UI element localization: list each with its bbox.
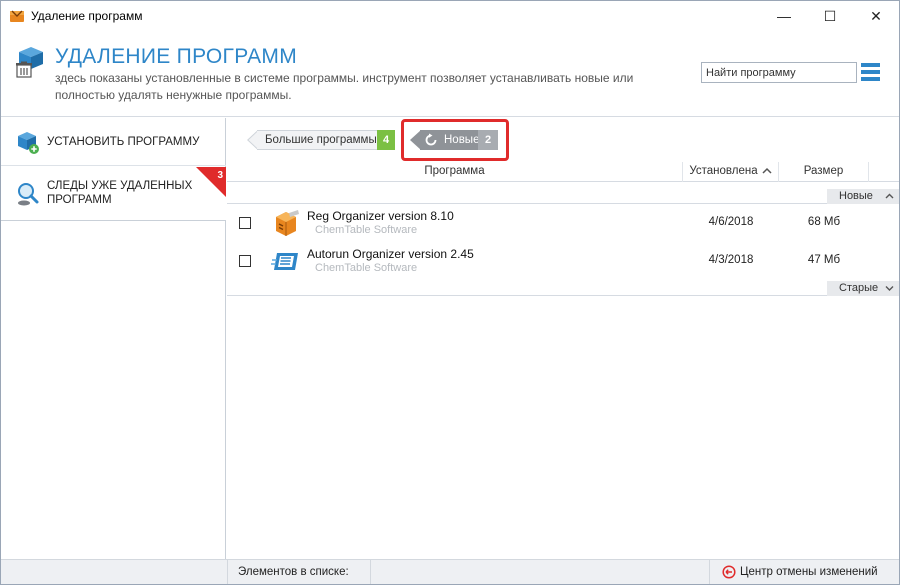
- program-vendor: ChemTable Software: [315, 262, 418, 274]
- title-bar: Удаление программ — ☐ ✕: [1, 1, 899, 31]
- column-header-installed[interactable]: Установлена: [683, 162, 779, 182]
- window-title: Удаление программ: [31, 9, 143, 23]
- program-name: Autorun Organizer version 2.45: [307, 247, 474, 261]
- row-checkbox[interactable]: [239, 255, 251, 267]
- table-row[interactable]: Autorun Organizer version 2.45 ChemTable…: [227, 243, 899, 281]
- minimize-button[interactable]: —: [761, 1, 807, 31]
- uninstall-box-icon: [16, 47, 43, 78]
- autorun-organizer-icon: [271, 253, 298, 270]
- column-header-installed-label: Установлена: [689, 165, 758, 177]
- maximize-button[interactable]: ☐: [807, 1, 853, 31]
- traces-count-badge: 3: [217, 170, 223, 181]
- install-box-icon: [18, 132, 39, 154]
- group-label: Старые: [839, 282, 879, 294]
- group-tab-old[interactable]: Старые: [827, 281, 899, 296]
- sort-ascending-icon: [762, 168, 772, 174]
- undo-center-icon: [722, 565, 736, 579]
- row-checkbox[interactable]: [239, 217, 251, 229]
- page-description: здесь показаны установленные в системе п…: [55, 71, 634, 102]
- hamburger-menu-icon[interactable]: [861, 63, 881, 83]
- sidebar-item-label: УСТАНОВИТЬ ПРОГРАММУ: [47, 136, 200, 148]
- traces-search-icon: [18, 183, 39, 206]
- page-title: УДАЛЕНИЕ ПРОГРАММ: [55, 45, 298, 68]
- items-count: Элементов в списке: 139: [227, 560, 371, 584]
- program-vendor: ChemTable Software: [315, 224, 418, 236]
- main-panel: Большие программы 4 Новые 2 Программа Ус…: [227, 118, 899, 559]
- program-size: 47 Мб: [807, 254, 841, 266]
- search-input[interactable]: [701, 62, 857, 83]
- program-name: Reg Organizer version 8.10: [307, 209, 454, 223]
- filter-big-programs-label: Большие программы: [257, 130, 393, 150]
- table-header: Программа Установлена Размер: [227, 162, 899, 182]
- undo-center-label: Центр отмены изменений: [740, 566, 878, 578]
- sidebar-item-label: СЛЕДЫ УЖЕ УДАЛЕННЫХ ПРОГРАММ: [47, 180, 193, 206]
- program-install-date: 4/6/2018: [708, 216, 754, 228]
- big-programs-count-badge: 4: [377, 130, 395, 150]
- filter-bar: Большие программы 4 Новые 2: [227, 118, 899, 162]
- group-label: Новые: [839, 190, 873, 202]
- refresh-icon: [425, 133, 437, 146]
- program-install-date: 4/3/2018: [708, 254, 754, 266]
- chevron-up-icon: [885, 193, 894, 199]
- page-header: УДАЛЕНИЕ ПРОГРАММ здесь показаны установ…: [1, 31, 899, 117]
- column-header-size[interactable]: Размер: [779, 162, 869, 182]
- undo-center-button[interactable]: Центр отмены изменений: [709, 560, 899, 584]
- reg-organizer-icon: [276, 210, 299, 236]
- group-tab-new[interactable]: Новые: [827, 189, 899, 204]
- group-header-new[interactable]: Новые: [227, 189, 899, 204]
- app-logo-icon: [10, 10, 24, 22]
- chevron-down-icon: [885, 286, 894, 291]
- sidebar-item-traces[interactable]: СЛЕДЫ УЖЕ УДАЛЕННЫХ ПРОГРАММ 3: [1, 167, 226, 221]
- new-programs-count-badge: 2: [478, 130, 498, 150]
- close-button[interactable]: ✕: [853, 1, 899, 31]
- status-bar: Элементов в списке: 139 Центр отмены изм…: [1, 559, 899, 584]
- sidebar-item-install[interactable]: УСТАНОВИТЬ ПРОГРАММУ: [1, 118, 226, 166]
- highlight-frame: Новые 2: [401, 119, 509, 161]
- sidebar: УСТАНОВИТЬ ПРОГРАММУ СЛЕДЫ УЖЕ УДАЛЕННЫХ…: [1, 118, 226, 559]
- app-window: Удаление программ — ☐ ✕ УДАЛЕНИЕ ПРОГРАМ…: [0, 0, 900, 585]
- column-header-program[interactable]: Программа: [227, 162, 683, 182]
- table-row[interactable]: Reg Organizer version 8.10 ChemTable Sof…: [227, 205, 899, 243]
- group-header-old[interactable]: Старые: [227, 281, 899, 296]
- program-size: 68 Мб: [807, 216, 841, 228]
